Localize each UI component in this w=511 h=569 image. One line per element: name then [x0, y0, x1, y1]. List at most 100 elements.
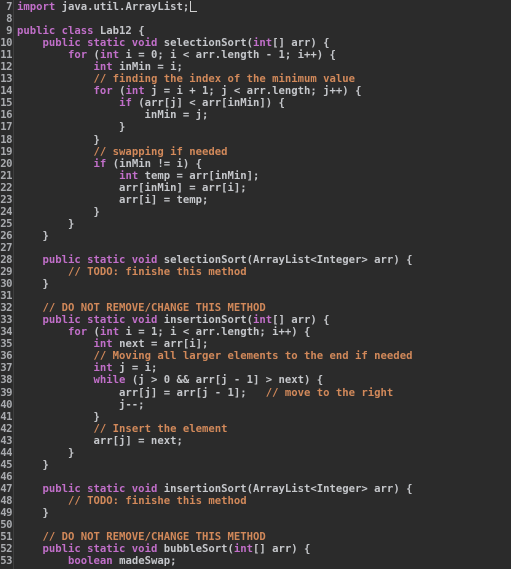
code-line[interactable]: 29 // TODO: finishe this method [0, 266, 511, 278]
code-line[interactable]: 13 // finding the index of the minimum v… [0, 73, 511, 85]
code-line[interactable]: 41 } [0, 411, 511, 423]
keyword-token: int [99, 49, 120, 62]
code-line[interactable]: 18 } [0, 134, 511, 146]
line-number: 9 [6, 25, 12, 38]
line-number: 27 [0, 241, 12, 254]
code-line[interactable]: 52 public static void bubbleSort(int[] a… [0, 543, 511, 555]
code-line[interactable]: 7 import java.util.ArrayList; [0, 1, 511, 13]
comment-token: // move to the right [265, 386, 394, 399]
code-text: } [17, 206, 100, 218]
code-line[interactable]: 50 [0, 519, 511, 531]
code-line[interactable]: 45 } [0, 459, 511, 471]
text-token: i = 0; i < arr.length - 1; i++) { [119, 49, 336, 62]
code-line[interactable]: 27 [0, 242, 511, 254]
code-text: } [17, 447, 74, 459]
line-number: 8 [6, 13, 12, 26]
code-line[interactable]: 16 inMin = j; [0, 109, 511, 121]
line-number: 28 [0, 253, 12, 266]
text-token: } [17, 217, 75, 230]
code-line[interactable]: 36 // Moving all larger elements to the … [0, 350, 511, 362]
code-line[interactable]: 49 } [0, 507, 511, 519]
code-line[interactable]: 8 [0, 13, 511, 25]
code-line[interactable]: 15 if (arr[j] < arr[inMin]) { [0, 97, 511, 109]
code-line[interactable]: 42 // Insert the element [0, 423, 511, 435]
code-line[interactable]: 39 arr[j] = arr[j - 1]; // move to the r… [0, 387, 511, 399]
code-line[interactable]: 10 public static void selectionSort(int[… [0, 37, 511, 49]
text-token: arr[j] = next; [17, 434, 183, 447]
code-line[interactable]: 24 } [0, 206, 511, 218]
code-text: // Moving all larger elements to the end… [17, 350, 413, 362]
line-number: 24 [0, 205, 12, 218]
line-number: 35 [0, 338, 12, 351]
code-text: arr[j] = next; [17, 435, 183, 447]
code-line[interactable]: 53 boolean madeSwap; [0, 555, 511, 567]
code-line[interactable]: 40 j--; [0, 399, 511, 411]
line-number: 51 [0, 531, 12, 544]
code-line[interactable]: 38 while (j > 0 && arr[j - 1] > next) { [0, 374, 511, 386]
code-lines[interactable]: 7 import java.util.ArrayList; 8 9 public cla… [0, 1, 511, 567]
code-text: for (int i = 0; i < arr.length - 1; i++)… [17, 49, 336, 61]
keyword-token: public static void [42, 482, 158, 495]
code-line[interactable]: 37 int j = i; [0, 362, 511, 374]
code-line[interactable]: 20 if (inMin != i) { [0, 158, 511, 170]
line-number: 41 [0, 410, 12, 423]
code-line[interactable]: 11 for (int i = 0; i < arr.length - 1; i… [0, 49, 511, 61]
text-cursor [190, 1, 198, 12]
line-number: 36 [0, 350, 12, 363]
keyword-token: public static void [42, 543, 158, 556]
text-token: [] arr) { [253, 543, 311, 556]
comment-token: // TODO: finishe this method [68, 266, 247, 279]
code-editor[interactable]: 7 import java.util.ArrayList; 8 9 public cla… [0, 0, 511, 569]
text-token: } [17, 229, 49, 242]
line-number: 37 [0, 362, 12, 375]
code-line[interactable]: 33 public static void insertionSort(int[… [0, 314, 511, 326]
code-line[interactable]: 30 } [0, 278, 511, 290]
text-token: j = i; [112, 362, 158, 375]
text-token: arr[j] = arr[j - 1]; [17, 386, 266, 399]
text-token: } [17, 458, 49, 471]
code-line[interactable]: 47 public static void insertionSort(Arra… [0, 483, 511, 495]
keyword-token: public static void [42, 314, 158, 327]
code-text: } [17, 121, 125, 133]
text-token: (j > 0 && arr[j - 1] > next) { [125, 374, 324, 387]
code-line[interactable]: 12 int inMin = i; [0, 61, 511, 73]
code-line[interactable]: 25 } [0, 218, 511, 230]
code-line[interactable]: 46 [0, 471, 511, 483]
code-line[interactable]: 48 // TODO: finishe this method [0, 495, 511, 507]
code-line[interactable]: 26 } [0, 230, 511, 242]
line-number: 31 [0, 290, 12, 303]
code-line[interactable]: 35 int next = arr[i]; [0, 338, 511, 350]
code-line[interactable]: 32 // DO NOT REMOVE/CHANGE THIS METHOD [0, 302, 511, 314]
code-line[interactable]: 9 public class Lab12 { [0, 25, 511, 37]
code-line[interactable]: 17 } [0, 121, 511, 133]
code-line[interactable]: 22 arr[inMin] = arr[i]; [0, 182, 511, 194]
code-line[interactable]: 44 } [0, 447, 511, 459]
text-token: (arr[j] < arr[inMin]) { [131, 97, 285, 110]
line-number: 11 [0, 49, 12, 62]
line-number: 14 [0, 85, 12, 98]
code-line[interactable]: 14 for (int j = i + 1; j < arr.length; j… [0, 85, 511, 97]
code-line[interactable]: 34 for (int i = 1; i < arr.length; i++) … [0, 326, 511, 338]
line-number: 46 [0, 470, 12, 483]
code-line[interactable]: 23 arr[i] = temp; [0, 194, 511, 206]
code-line[interactable]: 31 [0, 290, 511, 302]
code-text: int temp = arr[inMin]; [17, 170, 259, 182]
line-number: 7 [6, 1, 12, 13]
code-line[interactable]: 51 // DO NOT REMOVE/CHANGE THIS METHOD [0, 531, 511, 543]
text-token: ( [87, 326, 100, 339]
code-line[interactable]: 21 int temp = arr[inMin]; [0, 170, 511, 182]
line-number: 17 [0, 121, 12, 134]
keyword-token: int [93, 338, 113, 351]
code-line[interactable]: 28 public static void selectionSort(Arra… [0, 254, 511, 266]
keyword-token: for [93, 85, 113, 98]
code-line[interactable]: 19 // swapping if needed [0, 146, 511, 158]
code-line[interactable]: 43 arr[j] = next; [0, 435, 511, 447]
line-number: 10 [0, 37, 12, 50]
code-text: if (arr[j] < arr[inMin]) { [17, 97, 285, 109]
